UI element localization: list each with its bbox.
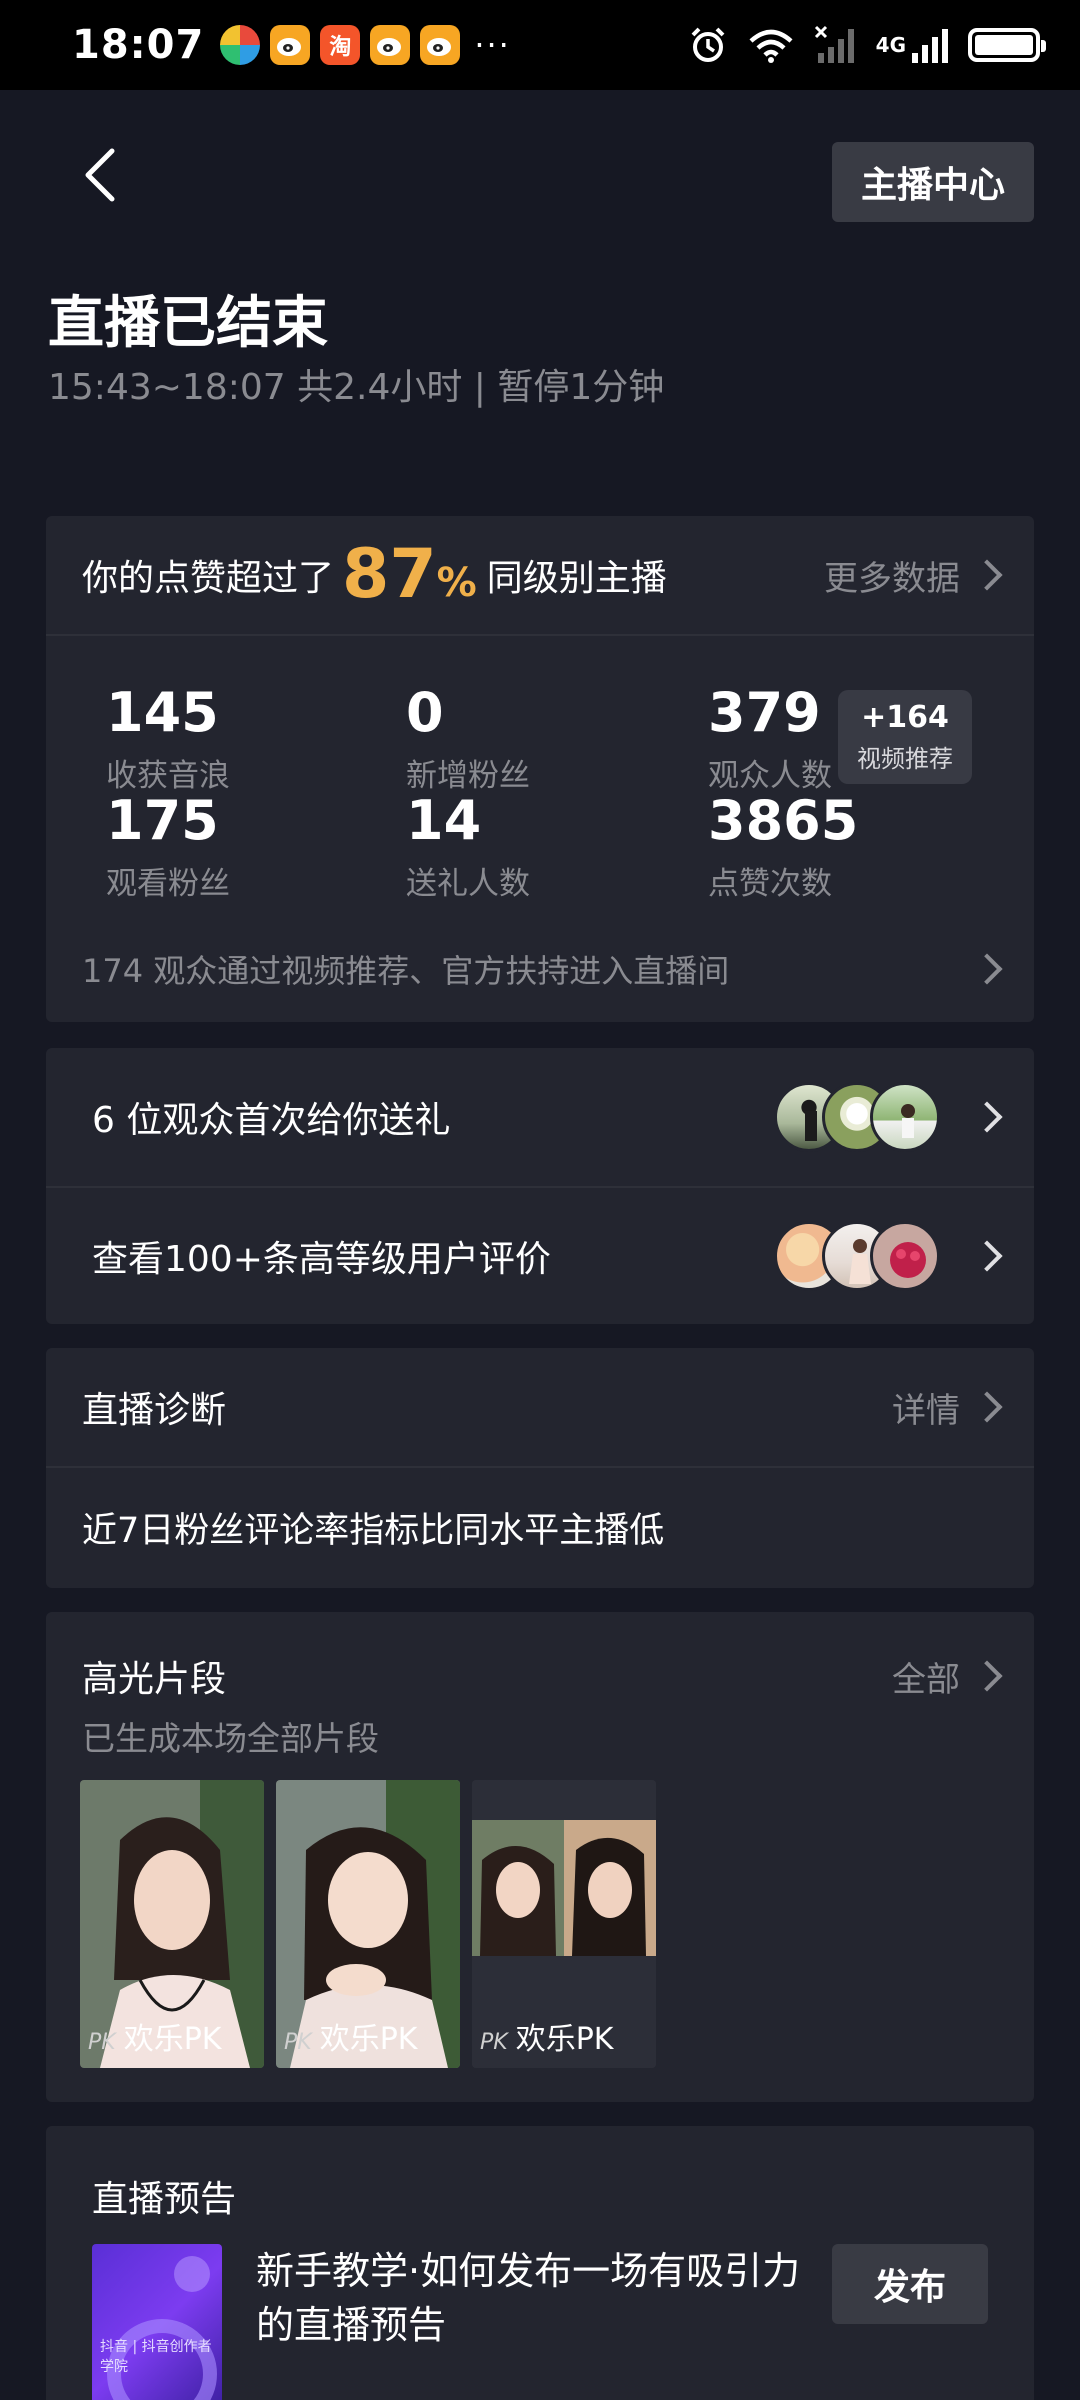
network-type: 4G	[875, 33, 906, 57]
stat-label: 点赞次数	[708, 866, 832, 902]
ranking-percent: 87	[342, 535, 437, 614]
percent-sign: %	[436, 560, 477, 606]
stat-label: 观看粉丝	[106, 866, 230, 902]
stat-value: 145	[106, 681, 219, 744]
highlights-title: 高光片段	[82, 1659, 227, 1700]
clip-title: 欢乐PK	[319, 2022, 418, 2057]
wifi-icon	[749, 29, 793, 63]
stat-value: 175	[106, 789, 219, 852]
weibo-icon	[370, 25, 411, 65]
video-recommend-badge: +164 视频推荐	[838, 690, 972, 784]
stat-new-followers: 0 新增粉丝	[406, 686, 530, 795]
traffic-source-link[interactable]: 174 观众通过视频推荐、官方扶持进入直播间	[82, 946, 1003, 992]
live-duration: 15:43~18:07 共2.4小时 | 暂停1分钟	[48, 367, 665, 408]
first-gift-label: 6 位观众首次给你送礼	[92, 1100, 451, 1141]
diagnosis-card: 直播诊断 详情 近7日粉丝评论率指标比同水平主播低	[46, 1348, 1034, 1588]
host-center-button[interactable]: 主播中心	[832, 142, 1034, 222]
chevron-right-icon	[971, 1240, 1003, 1272]
ranking-prefix: 你的点赞超过了	[82, 558, 335, 599]
stat-fan-viewers: 175 观看粉丝	[106, 794, 230, 903]
clip-title: 欢乐PK	[515, 2022, 614, 2057]
back-arrow-icon	[85, 148, 115, 202]
taobao-glyph: 淘	[329, 35, 352, 60]
stat-value: 3865	[708, 789, 859, 852]
stat-sound-waves: 145 收获音浪	[106, 686, 230, 795]
diagnosis-title: 直播诊断	[82, 1390, 227, 1431]
chevron-right-icon	[971, 1391, 1003, 1423]
boost-value: +164	[861, 700, 949, 735]
stat-value: 14	[406, 789, 482, 852]
tutorial-graphic	[107, 2256, 217, 2400]
reviewer-avatars	[774, 1221, 940, 1291]
chevron-right-icon	[971, 1660, 1003, 1692]
status-time: 18:07	[72, 22, 205, 68]
preview-thumbnail[interactable]: 抖音 | 抖音创作者学院	[92, 2244, 222, 2400]
highlights-all-link[interactable]: 全部	[892, 1652, 1003, 1701]
highlights-header: 高光片段 全部	[82, 1650, 1003, 1702]
stat-gifters: 14 送礼人数	[406, 794, 530, 903]
signal-no-sim-icon	[814, 25, 854, 63]
diagnosis-message: 近7日粉丝评论率指标比同水平主播低	[82, 1510, 665, 1551]
reviews-label: 查看100+条高等级用户评价	[92, 1239, 551, 1280]
thumbnail-caption: 抖音 | 抖音创作者学院	[100, 2339, 212, 2375]
chevron-right-icon	[971, 953, 1003, 985]
details-label: 详情	[892, 1390, 960, 1431]
highlight-clip[interactable]: PK 欢乐PK	[276, 1780, 460, 2068]
clip-title: 欢乐PK	[123, 2022, 222, 2057]
stats-card: 你的点赞超过了 87 % 同级别主播 更多数据 145 收获音浪 0 新增粉丝 …	[46, 516, 1034, 1022]
signal-icon	[912, 29, 948, 63]
taobao-icon: 淘	[320, 25, 361, 65]
pk-icon: PK	[88, 2030, 116, 2055]
more-notifications-icon: ···	[474, 26, 511, 64]
pk-icon: PK	[480, 2030, 508, 2055]
chevron-right-icon	[971, 559, 1003, 591]
clip-label: PK 欢乐PK	[88, 2014, 221, 2058]
clip-label: PK 欢乐PK	[480, 2014, 613, 2058]
audience-card: 6 位观众首次给你送礼 查看100+条高等级用户评价	[46, 1048, 1034, 1324]
diagnosis-details-link[interactable]: 详情	[892, 1383, 1003, 1432]
first-gift-row[interactable]: 6 位观众首次给你送礼	[46, 1048, 1034, 1186]
more-data-link[interactable]: 更多数据	[824, 551, 1003, 600]
pk-icon: PK	[284, 2030, 312, 2055]
publish-button[interactable]: 发布	[832, 2244, 988, 2324]
notification-icons: 淘	[220, 25, 461, 65]
weibo-icon	[270, 25, 311, 65]
back-button[interactable]	[70, 140, 130, 210]
stat-likes: 3865 点赞次数	[708, 794, 858, 903]
boost-label: 视频推荐	[857, 745, 953, 773]
highlight-clip[interactable]: PK 欢乐PK	[80, 1780, 264, 2068]
app-icon	[220, 25, 261, 65]
status-right: 4G	[688, 25, 1046, 65]
more-data-label: 更多数据	[824, 558, 960, 599]
gifter-avatars	[774, 1082, 940, 1152]
highlights-card: 高光片段 全部 已生成本场全部片段 PK 欢乐PK PK 欢乐PK PK 欢乐P…	[46, 1612, 1034, 2102]
traffic-source-text: 174 观众通过视频推荐、官方扶持进入直播间	[82, 952, 730, 990]
chevron-right-icon	[971, 1101, 1003, 1133]
live-preview-card: 直播预告 抖音 | 抖音创作者学院 新手教学·如何发布一场有吸引力的直播预告 发…	[46, 2126, 1034, 2400]
preview-description: 新手教学·如何发布一场有吸引力的直播预告	[256, 2249, 801, 2347]
clip-label: PK 欢乐PK	[284, 2014, 417, 2058]
status-bar: 18:07 淘 ··· 4G	[0, 0, 1080, 90]
highlight-clip[interactable]: PK 欢乐PK	[472, 1780, 656, 2068]
highlights-subtitle: 已生成本场全部片段	[82, 1719, 379, 1758]
stat-viewers: 379 观众人数	[708, 686, 832, 795]
stat-value: 0	[406, 681, 444, 744]
stat-label: 送礼人数	[406, 866, 530, 902]
alarm-icon	[691, 27, 725, 62]
page-title: 直播已结束	[48, 291, 328, 356]
battery-icon	[968, 28, 1046, 62]
preview-title: 直播预告	[92, 2179, 237, 2220]
ranking-suffix: 同级别主播	[486, 558, 667, 599]
stat-value: 379	[708, 681, 821, 744]
avatar	[870, 1082, 940, 1152]
like-ranking-header: 你的点赞超过了 87 % 同级别主播 更多数据	[46, 516, 1034, 636]
diagnosis-header: 直播诊断 详情	[46, 1348, 1034, 1468]
avatar	[870, 1221, 940, 1291]
reviews-row[interactable]: 查看100+条高等级用户评价	[46, 1186, 1034, 1324]
all-label: 全部	[892, 1659, 960, 1700]
weibo-icon	[420, 25, 461, 65]
